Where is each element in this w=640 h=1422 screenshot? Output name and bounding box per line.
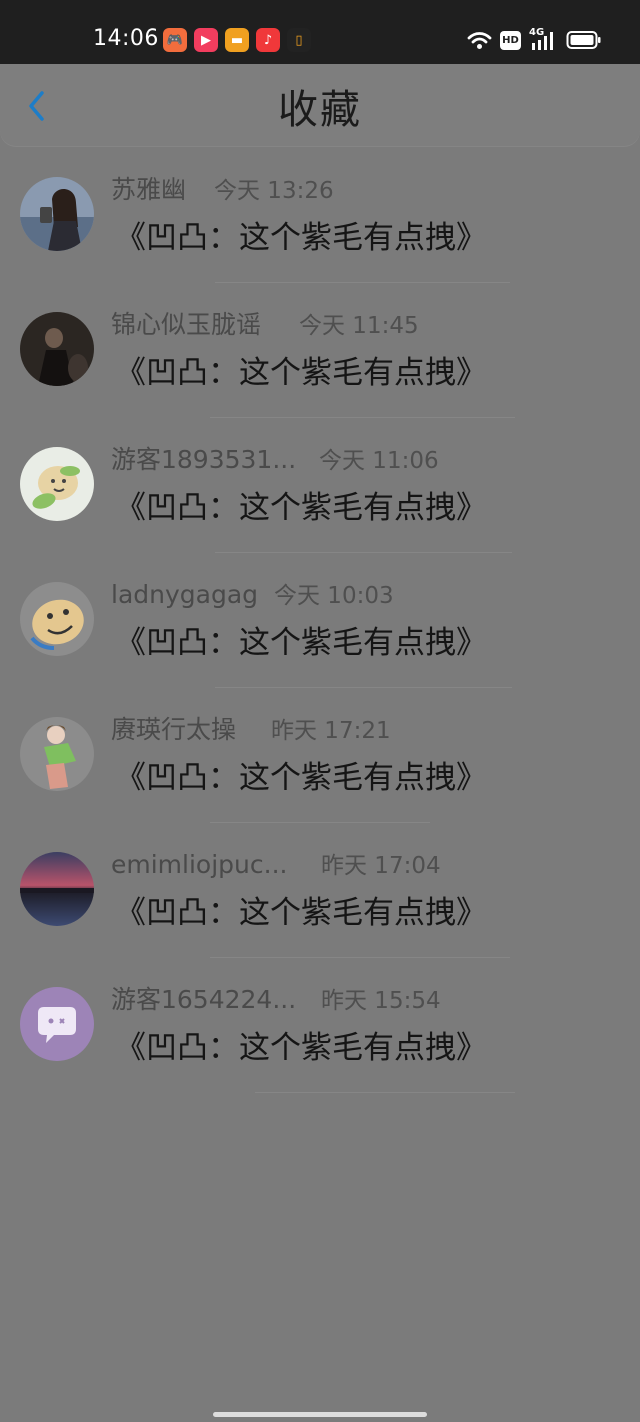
favorite-title[interactable]: 《凹凸：这个紫毛有点拽》 [115, 1028, 487, 1068]
home-indicator[interactable] [213, 1412, 427, 1417]
divider [210, 822, 430, 823]
divider [215, 687, 512, 688]
page-title: 收藏 [278, 87, 362, 133]
post-time: 今天 11:06 [319, 448, 439, 474]
favorite-title[interactable]: 《凹凸：这个紫毛有点拽》 [115, 623, 487, 663]
favorite-item[interactable]: ladnygagag 今天 10:03 《凹凸：这个紫毛有点拽》 [0, 561, 640, 696]
music-app-icon: ♪ [256, 28, 280, 52]
notes-app-icon: ▯ [287, 28, 311, 52]
avatar[interactable] [20, 312, 94, 386]
post-time: 昨天 17:04 [321, 853, 441, 879]
wallet-app-icon: ▬ [225, 28, 249, 52]
system-status-icons: HD 4G [467, 27, 602, 51]
hd-icon: HD [500, 30, 521, 50]
divider [215, 282, 510, 283]
cellular-signal-icon: 4G [529, 27, 558, 51]
favorite-item[interactable]: 苏雅幽 今天 13:26 《凹凸：这个紫毛有点拽》 [0, 156, 640, 291]
divider [215, 552, 512, 553]
user-name[interactable]: ladnygagag [111, 579, 258, 611]
avatar[interactable] [20, 447, 94, 521]
favorite-item[interactable]: 赓瑛行太操 昨天 17:21 《凹凸：这个紫毛有点拽》 [0, 696, 640, 831]
avatar[interactable] [20, 987, 94, 1061]
status-time: 14:06 [93, 26, 159, 51]
status-bar: 14:06 🎮 ▶ ▬ ♪ ▯ HD 4G [0, 0, 640, 64]
favorite-title[interactable]: 《凹凸：这个紫毛有点拽》 [115, 893, 487, 933]
divider [210, 417, 515, 418]
battery-icon [566, 31, 601, 49]
favorite-title[interactable]: 《凹凸：这个紫毛有点拽》 [115, 488, 487, 528]
favorite-item[interactable]: 锦心似玉胧谣 今天 11:45 《凹凸：这个紫毛有点拽》 [0, 291, 640, 426]
favorite-title[interactable]: 《凹凸：这个紫毛有点拽》 [115, 758, 487, 798]
divider [210, 957, 510, 958]
video-play-app-icon: ▶ [194, 28, 218, 52]
wifi-icon [467, 32, 492, 49]
notification-app-icons: 🎮 ▶ ▬ ♪ ▯ [163, 28, 311, 52]
avatar[interactable] [20, 852, 94, 926]
game-app-icon: 🎮 [163, 28, 187, 52]
post-time: 昨天 15:54 [321, 988, 441, 1014]
divider [255, 1092, 515, 1093]
user-name[interactable]: 锦心似玉胧谣 [111, 309, 261, 341]
post-time: 今天 13:26 [214, 178, 334, 204]
avatar[interactable] [20, 177, 94, 251]
post-time: 今天 11:45 [299, 313, 419, 339]
user-name[interactable]: 赓瑛行太操 [111, 714, 236, 746]
favorite-item[interactable]: emimliojpuc... 昨天 17:04 《凹凸：这个紫毛有点拽》 [0, 831, 640, 966]
user-name[interactable]: emimliojpuc... [111, 849, 287, 881]
favorite-title[interactable]: 《凹凸：这个紫毛有点拽》 [115, 218, 487, 258]
user-name[interactable]: 游客1893531... [111, 444, 296, 476]
favorite-item[interactable]: 游客1654224... 昨天 15:54 《凹凸：这个紫毛有点拽》 [0, 966, 640, 1101]
favorites-list: 苏雅幽 今天 13:26 《凹凸：这个紫毛有点拽》 锦心似玉胧谣 今天 11:45 《凹凸… [0, 156, 640, 1101]
header: 收藏 [0, 64, 640, 146]
avatar[interactable] [20, 582, 94, 656]
favorite-title[interactable]: 《凹凸：这个紫毛有点拽》 [115, 353, 487, 393]
user-name[interactable]: 游客1654224... [111, 984, 296, 1016]
user-name[interactable]: 苏雅幽 [111, 174, 186, 206]
favorite-item[interactable]: 游客1893531... 今天 11:06 《凹凸：这个紫毛有点拽》 [0, 426, 640, 561]
post-time: 今天 10:03 [274, 583, 394, 609]
avatar[interactable] [20, 717, 94, 791]
post-time: 昨天 17:21 [271, 718, 391, 744]
